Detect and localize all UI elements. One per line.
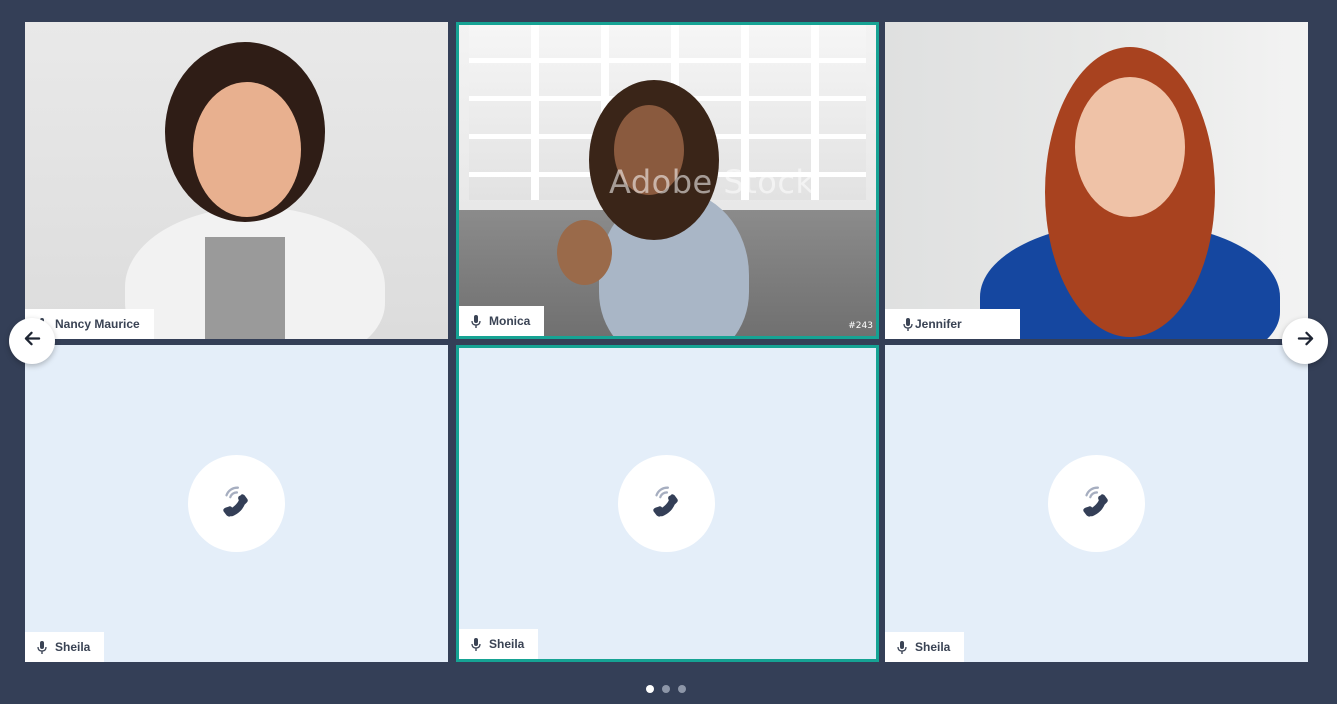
arrow-right-icon — [1297, 330, 1314, 352]
participant-shirt — [205, 237, 285, 339]
participant-name: Sheila — [489, 637, 525, 651]
frame-code: #243 — [848, 321, 873, 331]
microphone-icon[interactable] — [471, 637, 481, 651]
video-feed: Adobe Stock #243 — [459, 25, 876, 336]
video-feed — [25, 22, 448, 339]
participant-hand — [557, 220, 612, 285]
participant-name: Sheila — [915, 640, 951, 654]
participant-tile-monica[interactable]: Adobe Stock #243 Monica — [456, 22, 879, 339]
participant-nametag: Jennifer — [885, 309, 1020, 339]
participant-face — [193, 82, 301, 217]
page-dot-3[interactable] — [678, 685, 686, 693]
arrow-left-icon — [24, 330, 41, 352]
calling-indicator — [617, 454, 715, 552]
microphone-icon[interactable] — [903, 317, 913, 331]
page-dot-1[interactable] — [646, 685, 654, 693]
participant-name: Monica — [489, 314, 531, 328]
participant-nametag: Monica — [459, 306, 545, 336]
video-feed — [885, 22, 1308, 339]
participant-tile-jennifer[interactable]: Jennifer — [885, 22, 1308, 339]
video-grid: Nancy Maurice Adobe Stock #243 Monica Je… — [25, 22, 1308, 662]
microphone-icon[interactable] — [897, 640, 907, 654]
participant-tile-sheila-active[interactable]: Sheila — [456, 345, 879, 662]
calling-indicator — [1047, 454, 1145, 552]
previous-page-button[interactable] — [9, 318, 55, 364]
participant-name: Nancy Maurice — [55, 317, 140, 331]
participant-name: Jennifer — [915, 317, 962, 331]
page-dot-2[interactable] — [662, 685, 670, 693]
phone-ringing-icon — [217, 482, 255, 525]
participant-tile-sheila-2[interactable]: Sheila — [885, 345, 1308, 662]
participant-tile-nancy[interactable]: Nancy Maurice — [25, 22, 448, 339]
calling-indicator — [187, 454, 285, 552]
stock-watermark: Adobe Stock — [609, 163, 815, 201]
participant-nametag: Sheila — [25, 632, 105, 662]
next-page-button[interactable] — [1282, 318, 1328, 364]
participant-nametag: Sheila — [885, 632, 965, 662]
phone-ringing-icon — [1077, 482, 1115, 525]
microphone-icon[interactable] — [37, 640, 47, 654]
pagination-dots — [646, 685, 686, 693]
participant-face — [1075, 77, 1185, 217]
microphone-icon[interactable] — [471, 314, 481, 328]
phone-ringing-icon — [647, 482, 685, 525]
participant-name: Sheila — [55, 640, 91, 654]
participant-nametag: Sheila — [459, 629, 539, 659]
participant-tile-sheila[interactable]: Sheila — [25, 345, 448, 662]
